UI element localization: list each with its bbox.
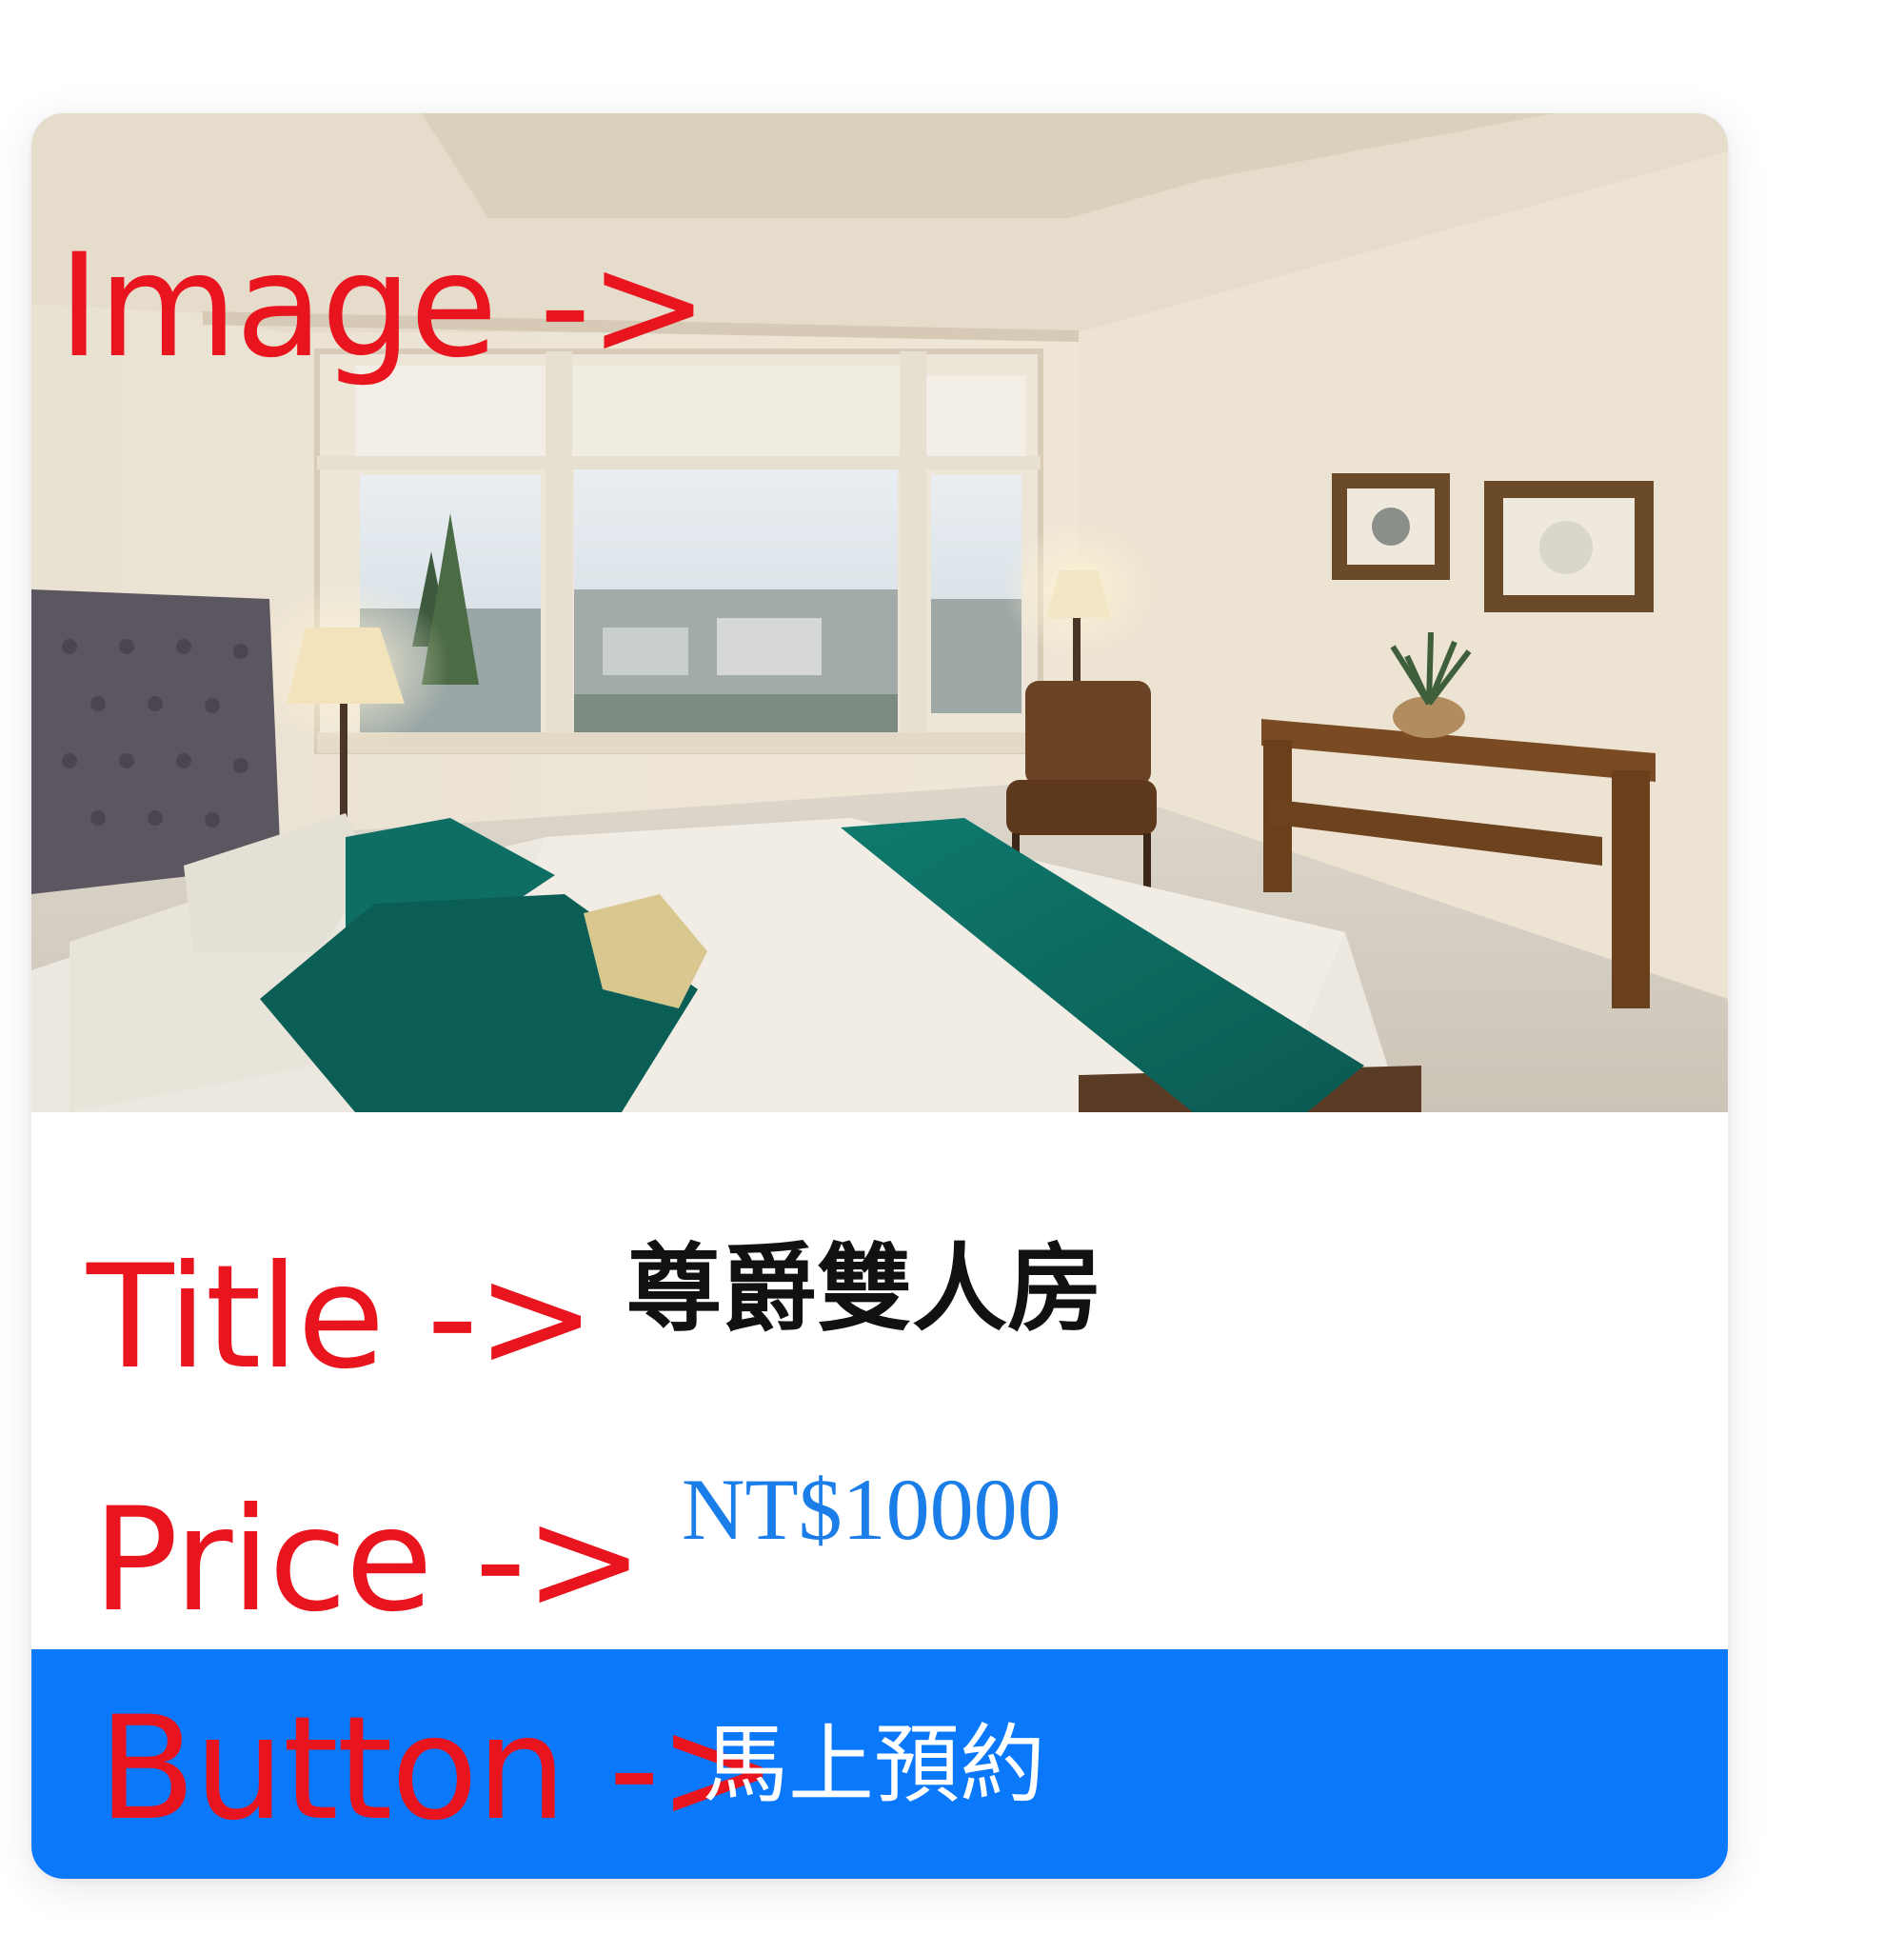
book-now-button-label[interactable]: 馬上預約 [703,1723,1045,1808]
annotation-price-label: Price -> [92,1478,644,1644]
room-title: 尊爵雙人房 [626,1233,1102,1345]
annotation-image-label: Image -> [58,224,708,389]
room-price: NT$10000 [682,1461,1061,1558]
annotation-title-label: Title -> [87,1235,596,1401]
annotation-button-label: Button -> [98,1686,778,1852]
room-card: Image -> Title -> 尊爵雙人房 Price -> NT$1000… [31,113,1728,1879]
